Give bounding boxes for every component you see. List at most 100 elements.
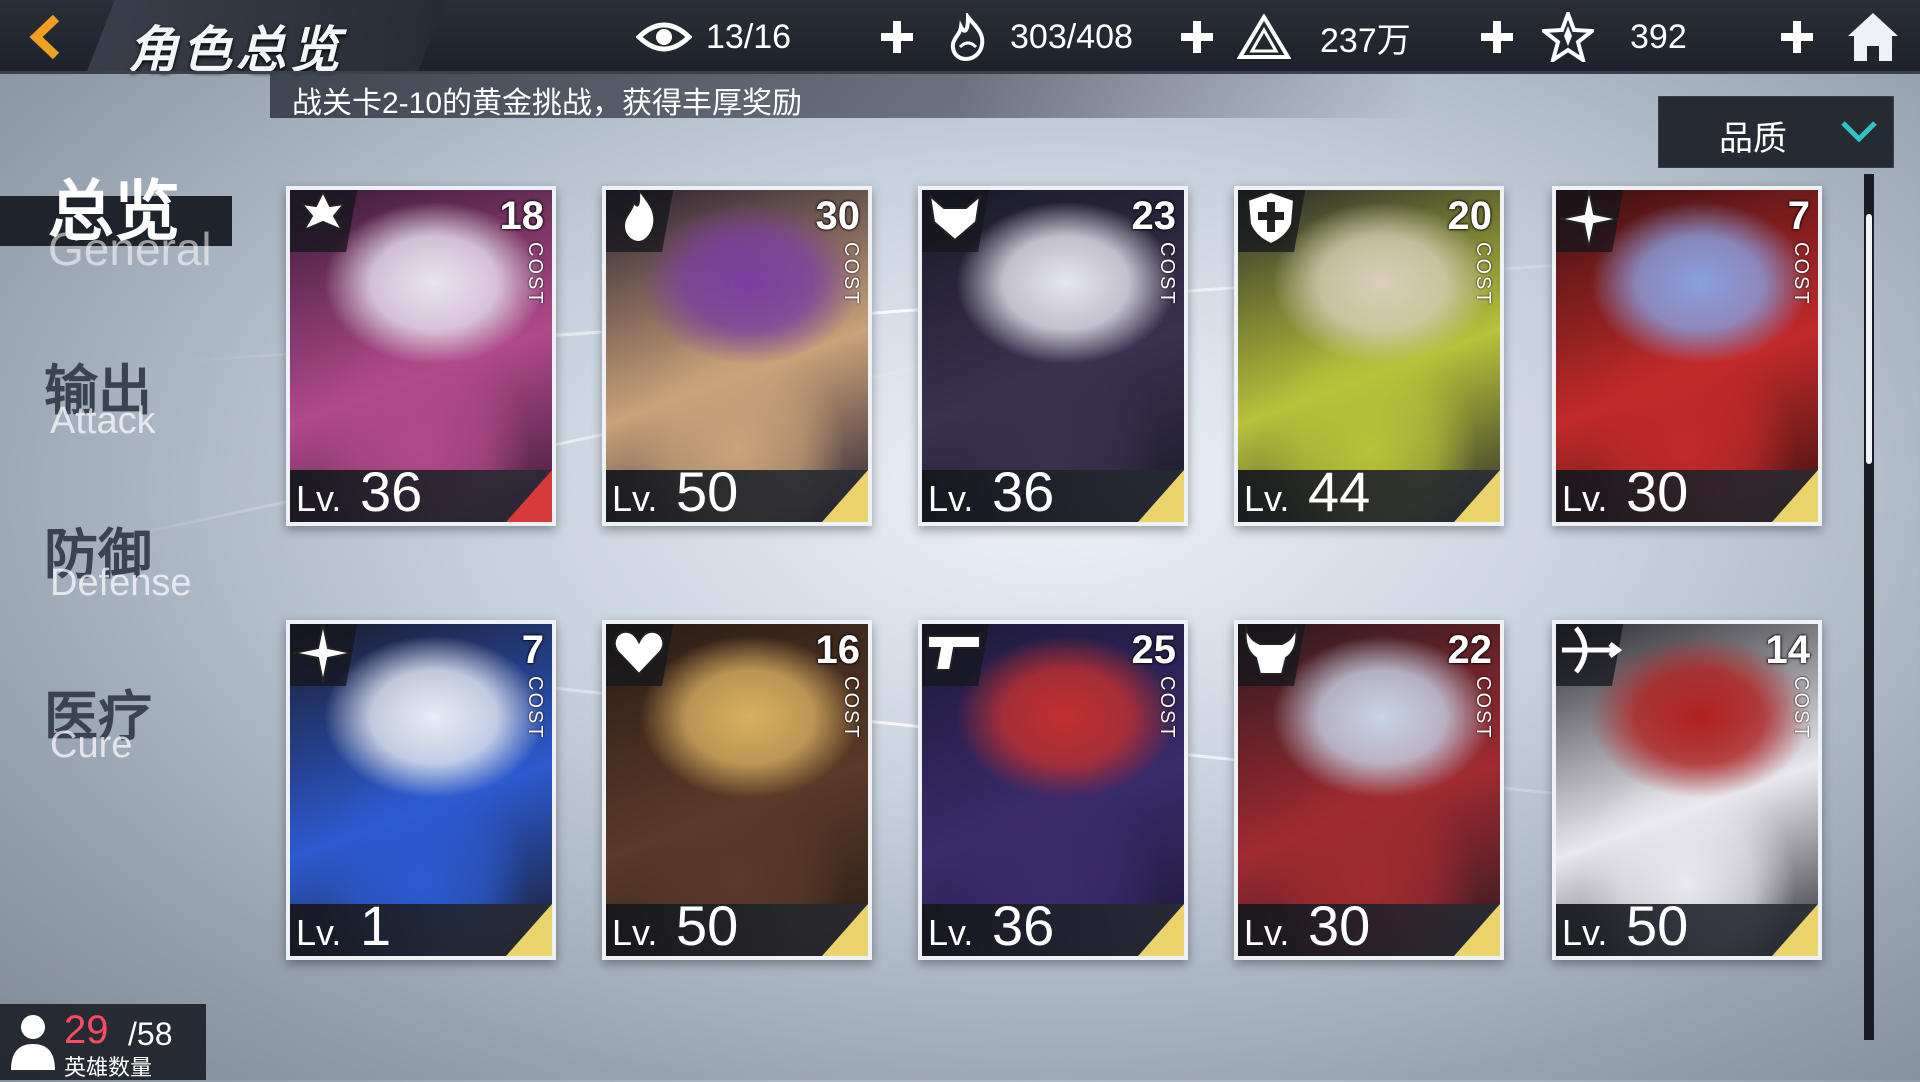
resource-energy: 303/408: [940, 12, 1133, 62]
level-value: 30: [1308, 894, 1371, 957]
character-card[interactable]: 30 COST Lv. 50: [602, 186, 872, 526]
add-resource-button[interactable]: [1474, 14, 1520, 60]
rarity-corner: [1138, 904, 1184, 956]
shuriken-icon: [1556, 190, 1624, 252]
level-value: 36: [992, 460, 1055, 523]
rarity-corner: [822, 470, 868, 522]
resource-value: 303/408: [1010, 17, 1133, 56]
sort-label: 品质: [1719, 120, 1787, 158]
level-value: 36: [992, 894, 1055, 957]
back-arrow-icon: [29, 14, 60, 60]
back-button[interactable]: [18, 8, 74, 66]
tab-label-en: Cure: [50, 724, 133, 766]
add-resource-button[interactable]: [1774, 14, 1820, 60]
card-cost: 22: [1447, 628, 1493, 672]
character-card[interactable]: 23 COST Lv. 36: [918, 186, 1188, 526]
tab-cure[interactable]: 医疗 Cure: [0, 666, 250, 776]
card-cost-label: COST: [840, 242, 862, 306]
card-level-bar: Lv. 36: [922, 460, 1184, 522]
character-card[interactable]: 16 COST Lv. 50: [602, 620, 872, 960]
level-value: 50: [1626, 894, 1689, 957]
resource-value: 392: [1630, 17, 1687, 56]
card-level-bar: Lv. 44: [1238, 460, 1500, 522]
crossbow-icon: [1556, 624, 1624, 686]
scrollbar-thumb[interactable]: [1866, 214, 1872, 464]
card-cost: 14: [1765, 628, 1811, 672]
character-card[interactable]: 25 COST Lv. 36: [918, 620, 1188, 960]
character-card[interactable]: 7 COST Lv. 30: [1552, 186, 1822, 526]
card-cost-label: COST: [1790, 676, 1812, 740]
card-cost: 30: [815, 194, 861, 238]
card-cost-label: COST: [524, 242, 546, 306]
rarity-corner: [1772, 470, 1818, 522]
fleur-crest-icon: [290, 190, 358, 252]
tab-defense[interactable]: 防御 Defense: [0, 504, 250, 614]
rarity-corner: [822, 904, 868, 956]
pyramid-coin-icon: [1236, 12, 1292, 62]
hero-count-label: 英雄数量: [64, 1055, 153, 1080]
level-value: 36: [360, 460, 423, 523]
card-level-bar: Lv. 1: [290, 894, 552, 956]
card-cost-label: COST: [840, 676, 862, 740]
level-prefix: Lv.: [1562, 478, 1608, 519]
level-value: 50: [676, 894, 739, 957]
shuriken-icon: [290, 624, 358, 686]
tab-general[interactable]: 总览 General: [0, 150, 250, 275]
rarity-corner: [1772, 904, 1818, 956]
flame-crest-icon: [606, 190, 674, 252]
rarity-corner: [1454, 470, 1500, 522]
hero-count-max: /58: [128, 1016, 173, 1052]
card-level-bar: Lv. 50: [606, 894, 868, 956]
top-bar: 角色总览 13/16 303/408 237万 392: [0, 0, 1920, 78]
tab-label-en: Defense: [50, 562, 192, 604]
level-prefix: Lv.: [296, 478, 342, 519]
resource-crystal: 392: [1540, 12, 1687, 62]
level-value: 50: [676, 460, 739, 523]
shield-cross-icon: [1238, 190, 1306, 252]
character-card[interactable]: 20 COST Lv. 44: [1234, 186, 1504, 526]
character-card[interactable]: 7 COST Lv. 1: [286, 620, 556, 960]
rarity-corner: [506, 904, 552, 956]
resource-value: 237万: [1320, 21, 1411, 60]
rarity-corner: [506, 470, 552, 522]
rarity-corner: [1454, 904, 1500, 956]
card-cost-label: COST: [1156, 676, 1178, 740]
plus-icon: [881, 21, 913, 53]
plus-icon: [1781, 21, 1813, 53]
card-cost-label: COST: [1472, 242, 1494, 306]
flame-hand-icon: [940, 12, 996, 62]
card-level-bar: Lv. 36: [290, 460, 552, 522]
card-cost-label: COST: [1790, 242, 1812, 306]
character-card[interactable]: 14 COST Lv. 50: [1552, 620, 1822, 960]
card-cost: 23: [1131, 194, 1177, 238]
card-cost: 7: [521, 628, 544, 672]
level-prefix: Lv.: [928, 478, 974, 519]
card-level-bar: Lv. 30: [1238, 894, 1500, 956]
plus-icon: [1181, 21, 1213, 53]
character-card[interactable]: 18 COST Lv. 36: [286, 186, 556, 526]
resource-gold: 237万: [1236, 12, 1411, 62]
level-prefix: Lv.: [296, 912, 342, 953]
card-cost: 18: [499, 194, 545, 238]
horned-skull-icon: [1238, 624, 1306, 686]
card-level-bar: Lv. 50: [1556, 894, 1818, 956]
card-level-bar: Lv. 30: [1556, 460, 1818, 522]
rarity-corner: [1138, 470, 1184, 522]
card-cost-label: COST: [524, 676, 546, 740]
revolver-icon: [922, 624, 990, 686]
level-value: 44: [1308, 460, 1371, 523]
home-button[interactable]: [1844, 6, 1902, 68]
page-title: 角色总览: [128, 22, 344, 78]
character-card[interactable]: 22 COST Lv. 30: [1234, 620, 1504, 960]
tab-label-en: Attack: [50, 400, 156, 442]
home-icon: [1848, 13, 1898, 61]
card-cost: 16: [815, 628, 861, 672]
level-prefix: Lv.: [1244, 478, 1290, 519]
add-resource-button[interactable]: [1174, 14, 1220, 60]
marquee-text: 战关卡2-10的黄金挑战，获得丰厚奖励: [292, 87, 803, 118]
person-icon: [11, 1015, 55, 1070]
level-value: 1: [360, 894, 392, 957]
add-resource-button[interactable]: [874, 14, 920, 60]
tab-attack[interactable]: 输出 Attack: [0, 340, 250, 450]
sort-dropdown[interactable]: 品质: [1658, 96, 1894, 168]
